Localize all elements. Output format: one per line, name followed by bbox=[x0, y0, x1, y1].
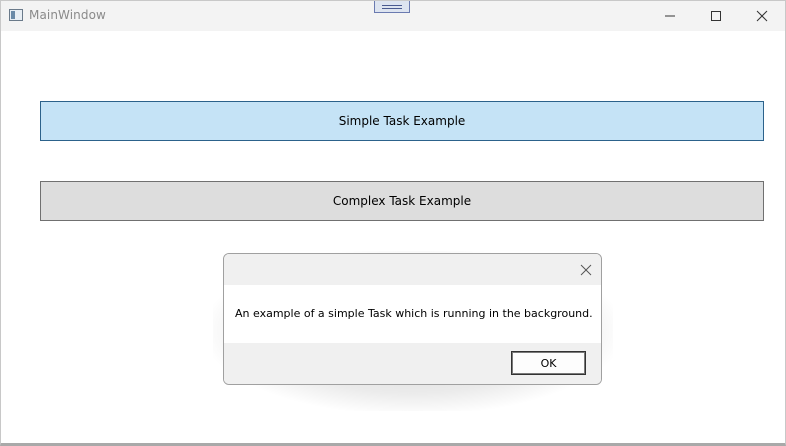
main-window: MainWindow Simple Task Example Complex T… bbox=[0, 0, 786, 446]
ok-button[interactable]: OK bbox=[511, 351, 586, 375]
minimize-button[interactable] bbox=[647, 1, 693, 31]
app-window-icon bbox=[9, 9, 23, 21]
maximize-icon bbox=[711, 11, 721, 21]
drag-handle-icon[interactable] bbox=[374, 1, 410, 13]
close-icon bbox=[580, 264, 592, 276]
dialog-footer: OK bbox=[224, 343, 601, 384]
dialog-message: An example of a simple Task which is run… bbox=[235, 307, 593, 320]
dialog-title-bar[interactable] bbox=[224, 254, 601, 285]
dialog-body: An example of a simple Task which is run… bbox=[224, 285, 601, 343]
window-title: MainWindow bbox=[29, 8, 106, 22]
complex-task-button[interactable]: Complex Task Example bbox=[40, 181, 764, 221]
close-icon bbox=[756, 10, 768, 22]
minimize-icon bbox=[665, 15, 675, 17]
simple-task-button[interactable]: Simple Task Example bbox=[40, 101, 764, 141]
simple-task-button-label: Simple Task Example bbox=[338, 114, 466, 128]
complex-task-button-label: Complex Task Example bbox=[332, 194, 472, 208]
maximize-button[interactable] bbox=[693, 1, 739, 31]
message-dialog: An example of a simple Task which is run… bbox=[223, 253, 602, 385]
dialog-close-button[interactable] bbox=[577, 261, 595, 279]
ok-button-label: OK bbox=[540, 356, 557, 370]
close-button[interactable] bbox=[739, 1, 785, 31]
title-bar[interactable]: MainWindow bbox=[1, 1, 785, 31]
